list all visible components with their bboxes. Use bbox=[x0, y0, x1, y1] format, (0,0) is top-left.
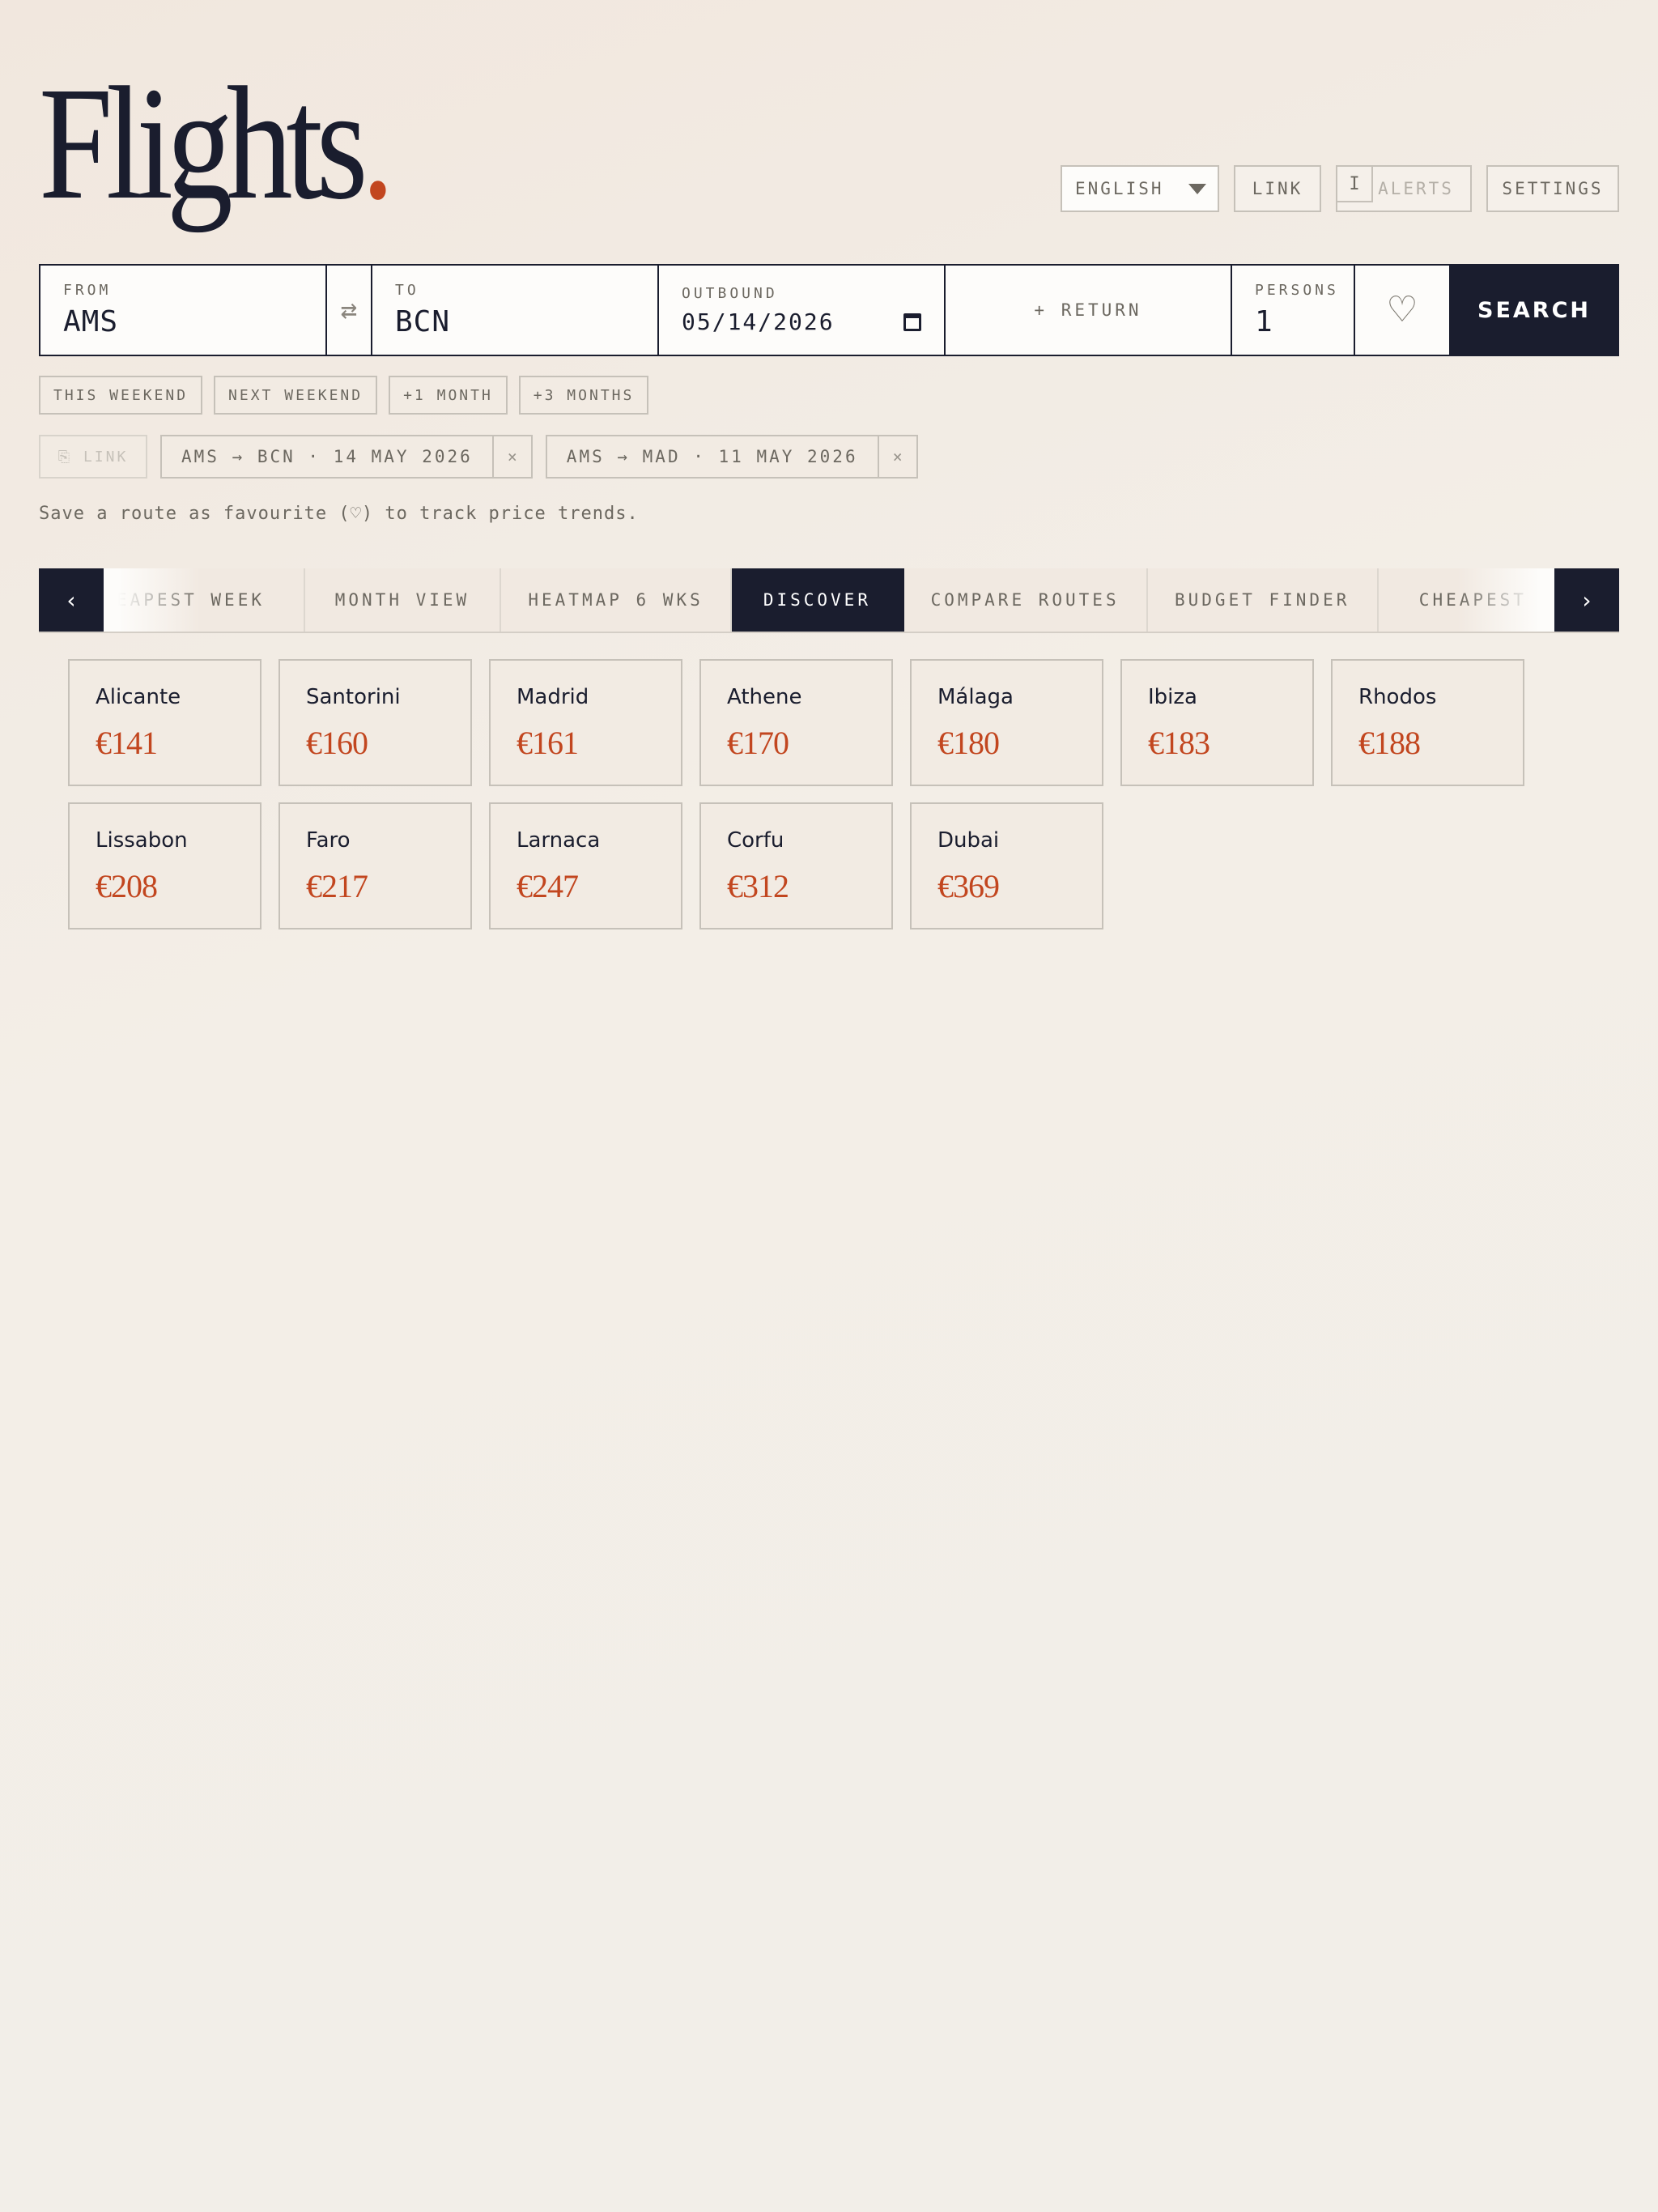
close-icon[interactable]: × bbox=[877, 436, 916, 477]
destination-card[interactable]: Alicante €141 bbox=[68, 659, 261, 786]
destination-price: €180 bbox=[937, 725, 1000, 761]
destination-price: €170 bbox=[727, 725, 789, 761]
alerts-label: ALERTS bbox=[1378, 179, 1454, 198]
persons-label: PERSONS bbox=[1255, 282, 1339, 299]
chevron-left-icon: ‹ bbox=[66, 586, 76, 614]
destination-card[interactable]: Santorini €160 bbox=[278, 659, 472, 786]
outbound-date-input[interactable]: 05/14/2026 bbox=[682, 308, 835, 335]
persons-field[interactable]: PERSONS 1 bbox=[1232, 266, 1355, 355]
to-label: TO bbox=[395, 282, 419, 299]
saved-routes: ⎘ LINK AMS → BCN · 14 MAY 2026 × AMS → M… bbox=[39, 435, 918, 479]
destination-price: €161 bbox=[517, 725, 579, 761]
saved-link-button[interactable]: ⎘ LINK bbox=[39, 435, 147, 479]
destination-card[interactable]: Rhodos €188 bbox=[1331, 659, 1524, 786]
destination-grid: Alicante €141 Santorini €160 Madrid €161… bbox=[68, 659, 1535, 929]
to-field[interactable]: TO BCN bbox=[372, 266, 659, 355]
search-button[interactable]: SEARCH bbox=[1451, 266, 1618, 355]
tab-month-view[interactable]: MONTH VIEW bbox=[305, 568, 501, 632]
swap-icon: ⇄ bbox=[340, 294, 358, 326]
destination-name: Dubai bbox=[937, 828, 1000, 853]
tab-compare-routes[interactable]: COMPARE ROUTES bbox=[904, 568, 1148, 632]
heart-icon: ♡ bbox=[1386, 289, 1418, 330]
tab-cheapest[interactable]: CHEAPEST bbox=[1379, 568, 1554, 632]
persons-input[interactable]: 1 bbox=[1255, 305, 1331, 338]
language-value: ENGLISH bbox=[1075, 179, 1164, 198]
from-input[interactable]: AMS bbox=[63, 305, 303, 338]
destination-name: Ibiza bbox=[1148, 685, 1197, 709]
tab-budget-finder[interactable]: BUDGET FINDER bbox=[1148, 568, 1379, 632]
destination-name: Alicante bbox=[96, 685, 181, 709]
calendar-icon[interactable] bbox=[903, 313, 921, 331]
tabs-next-button[interactable]: › bbox=[1554, 568, 1619, 632]
destination-card[interactable]: Athene €170 bbox=[699, 659, 893, 786]
return-label: + RETURN bbox=[1034, 300, 1142, 320]
destination-price: €183 bbox=[1148, 725, 1210, 761]
destination-card[interactable]: Corfu €312 bbox=[699, 802, 893, 929]
settings-button[interactable]: SETTINGS bbox=[1486, 165, 1619, 212]
destination-name: Larnaca bbox=[517, 828, 601, 853]
saved-route-chip[interactable]: AMS → BCN · 14 MAY 2026 × bbox=[160, 435, 533, 479]
destination-card[interactable]: Madrid €161 bbox=[489, 659, 682, 786]
tab-discover[interactable]: DISCOVER bbox=[732, 568, 904, 632]
quick-range-chips: THIS WEEKEND NEXT WEEKEND +1 MONTH +3 MO… bbox=[39, 376, 649, 415]
destination-name: Corfu bbox=[727, 828, 784, 853]
destination-price: €160 bbox=[306, 725, 368, 761]
favourite-hint: Save a route as favourite (♡) to track p… bbox=[39, 504, 639, 524]
chip-next-weekend[interactable]: NEXT WEEKEND bbox=[214, 376, 378, 415]
favourite-button[interactable]: ♡ bbox=[1355, 266, 1451, 355]
link-button[interactable]: LINK bbox=[1234, 165, 1321, 212]
destination-price: €217 bbox=[306, 868, 368, 904]
destination-name: Faro bbox=[306, 828, 351, 853]
chip-plus-1-month[interactable]: +1 MONTH bbox=[389, 376, 508, 415]
chip-plus-3-months[interactable]: +3 MONTHS bbox=[518, 376, 649, 415]
outbound-field[interactable]: OUTBOUND 05/14/2026 bbox=[659, 266, 946, 355]
chevron-down-icon bbox=[1188, 183, 1206, 194]
add-return-button[interactable]: + RETURN bbox=[946, 266, 1232, 355]
tabs-prev-button[interactable]: ‹ bbox=[39, 568, 104, 632]
from-label: FROM bbox=[63, 282, 112, 299]
from-field[interactable]: FROM AMS bbox=[40, 266, 327, 355]
swap-button[interactable]: ⇄ bbox=[327, 266, 372, 355]
destination-card[interactable]: Ibiza €183 bbox=[1120, 659, 1314, 786]
app-logo: Flights. bbox=[39, 63, 394, 225]
to-input[interactable]: BCN bbox=[395, 305, 635, 338]
chip-this-weekend[interactable]: THIS WEEKEND bbox=[39, 376, 203, 415]
alerts-button[interactable]: i ALERTS bbox=[1336, 165, 1472, 212]
destination-name: Málaga bbox=[937, 685, 1014, 709]
destination-name: Santorini bbox=[306, 685, 401, 709]
header-controls: ENGLISH LINK i ALERTS SETTINGS bbox=[1061, 165, 1619, 212]
destination-name: Madrid bbox=[517, 685, 589, 709]
destination-name: Athene bbox=[727, 685, 802, 709]
destination-card[interactable]: Lissabon €208 bbox=[68, 802, 261, 929]
saved-route-chip[interactable]: AMS → MAD · 11 MAY 2026 × bbox=[545, 435, 918, 479]
tab-cheapest-week[interactable]: CHEAPEST WEEK bbox=[104, 568, 305, 632]
destination-price: €312 bbox=[727, 868, 789, 904]
saved-route-label[interactable]: AMS → BCN · 14 MAY 2026 bbox=[162, 436, 492, 477]
destination-price: €188 bbox=[1358, 725, 1421, 761]
tab-heatmap[interactable]: HEATMAP 6 WKS bbox=[501, 568, 733, 632]
destination-name: Rhodos bbox=[1358, 685, 1437, 709]
info-icon[interactable]: i bbox=[1337, 167, 1373, 202]
destination-price: €208 bbox=[96, 868, 158, 904]
destination-card[interactable]: Larnaca €247 bbox=[489, 802, 682, 929]
search-bar: FROM AMS ⇄ TO BCN OUTBOUND 05/14/2026 + … bbox=[39, 264, 1619, 356]
destination-price: €141 bbox=[96, 725, 158, 761]
outbound-label: OUTBOUND bbox=[682, 285, 778, 302]
destination-price: €369 bbox=[937, 868, 1000, 904]
destination-name: Lissabon bbox=[96, 828, 188, 853]
saved-route-label[interactable]: AMS → MAD · 11 MAY 2026 bbox=[547, 436, 878, 477]
destination-card[interactable]: Dubai €369 bbox=[910, 802, 1103, 929]
close-icon[interactable]: × bbox=[491, 436, 531, 477]
logo-dot: . bbox=[361, 54, 394, 233]
destination-card[interactable]: Faro €217 bbox=[278, 802, 472, 929]
language-select[interactable]: ENGLISH bbox=[1061, 165, 1219, 212]
tab-track: CHEAPEST WEEK MONTH VIEW HEATMAP 6 WKS D… bbox=[104, 568, 1554, 632]
logo-text: Flights bbox=[39, 54, 368, 233]
destination-card[interactable]: Málaga €180 bbox=[910, 659, 1103, 786]
chevron-right-icon: › bbox=[1582, 586, 1592, 614]
destination-price: €247 bbox=[517, 868, 579, 904]
view-tabs: ‹ CHEAPEST WEEK MONTH VIEW HEATMAP 6 WKS… bbox=[39, 568, 1619, 633]
